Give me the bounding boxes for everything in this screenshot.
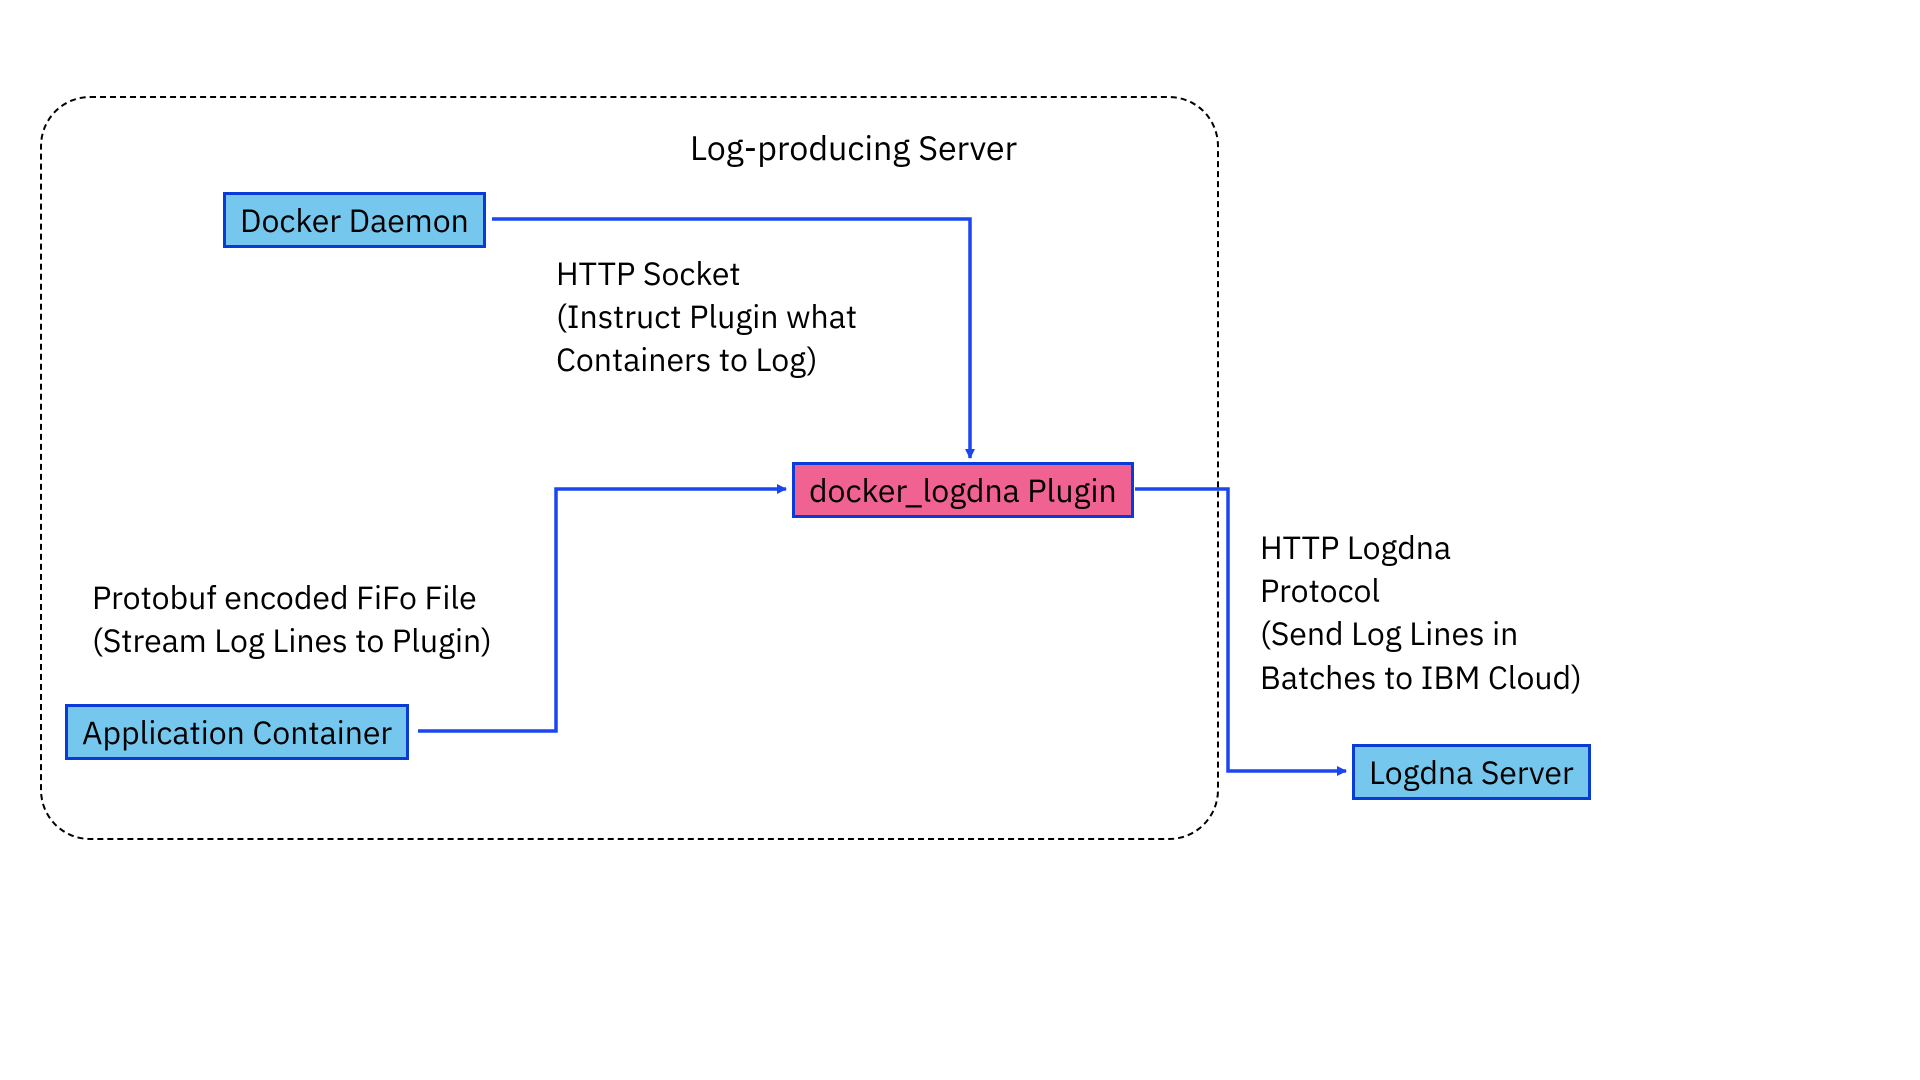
- edge-label-protobuf-fifo: Protobuf encoded FiFo File (Stream Log L…: [92, 576, 492, 662]
- edge-label-http-socket: HTTP Socket (Instruct Plugin what Contai…: [556, 252, 857, 382]
- edge-label-http-logdna: HTTP Logdna Protocol (Send Log Lines in …: [1260, 526, 1582, 699]
- node-application-container: Application Container: [65, 704, 409, 760]
- diagram-canvas: Log-producing Server Docker Daemon Appli…: [0, 0, 1920, 1080]
- server-title: Log-producing Server: [690, 126, 1017, 170]
- node-docker-daemon: Docker Daemon: [223, 192, 486, 248]
- node-plugin: docker_logdna Plugin: [792, 462, 1134, 518]
- node-logdna-server: Logdna Server: [1352, 744, 1591, 800]
